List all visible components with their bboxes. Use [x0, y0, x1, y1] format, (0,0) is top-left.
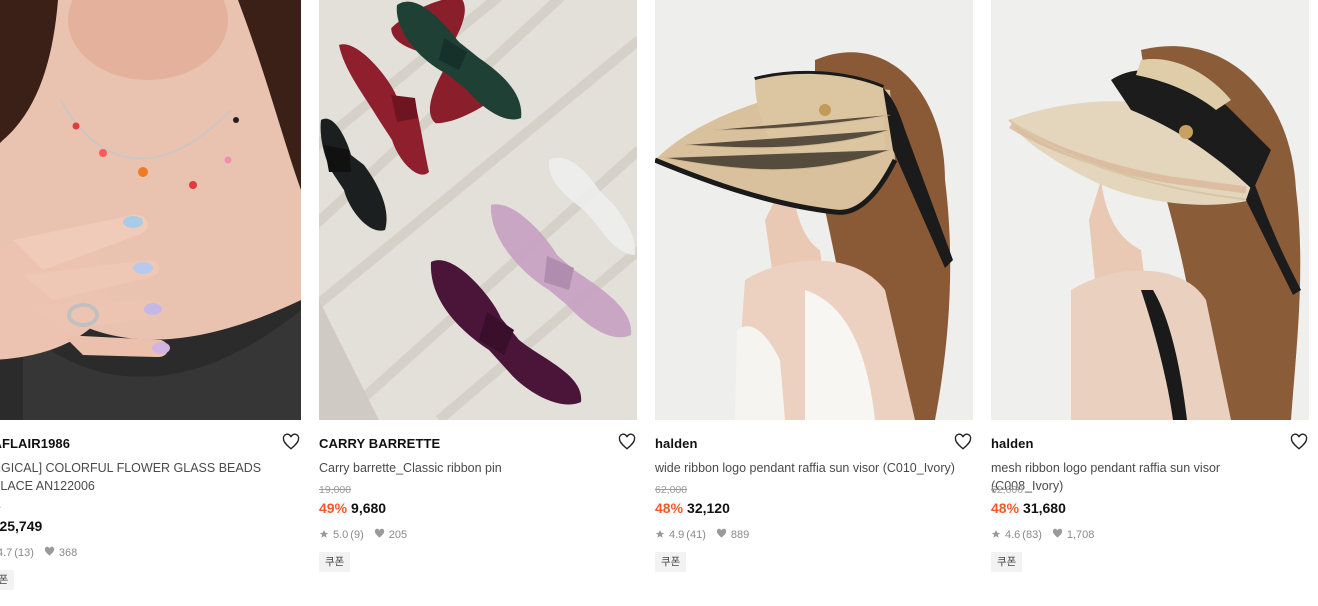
product-card[interactable]: halden mesh ribbon logo pendant raffia s… [991, 0, 1309, 606]
product-title[interactable]: Carry barrette_Classic ribbon pin [319, 459, 619, 477]
brand-name[interactable]: halden [655, 436, 698, 451]
like-count: 205 [388, 529, 408, 541]
review-count: (41) [686, 529, 706, 541]
product-title[interactable]: mesh ribbon logo pendant raffia sun viso… [991, 459, 1291, 495]
brand-name[interactable]: CARRY BARRETTE [319, 436, 440, 451]
product-card[interactable]: halden wide ribbon logo pendant raffia s… [655, 0, 973, 606]
product-title[interactable]: wide ribbon logo pendant raffia sun viso… [655, 459, 955, 477]
product-stats: 4.6 (83) 1,708 [991, 528, 1094, 542]
price-row: %25,749 [0, 518, 42, 534]
heart-outline-icon[interactable] [282, 433, 300, 451]
like-count: 368 [58, 547, 78, 559]
product-title-line: CKLACE AN122006 [0, 479, 95, 493]
coupon-badge: 쿠폰 [319, 552, 351, 572]
product-stats: 4.7 (13) 368 [0, 546, 77, 560]
brand-name[interactable]: NAFLAIR1986 [0, 436, 70, 451]
sale-price: 25,749 [0, 518, 43, 534]
star-icon [655, 529, 665, 542]
brand-name[interactable]: halden [991, 436, 1034, 451]
discount-rate: 48% [991, 500, 1020, 516]
original-price: 19,000 [319, 484, 352, 496]
product-image[interactable] [0, 0, 301, 420]
review-count: (83) [1022, 529, 1042, 541]
rating: 4.6 [1005, 529, 1021, 541]
like-count: 889 [730, 529, 750, 541]
sale-price: 32,120 [687, 500, 730, 516]
product-title[interactable]: URGICAL] COLORFUL FLOWER GLASS BEADS CKL… [0, 459, 283, 495]
rating: 4.7 [0, 547, 13, 559]
product-image[interactable] [319, 0, 637, 420]
heart-filled-icon [374, 528, 385, 542]
product-card[interactable]: NAFLAIR1986 URGICAL] COLORFUL FLOWER GLA… [0, 0, 301, 606]
discount-rate: 49% [319, 500, 348, 516]
product-title-line: URGICAL] COLORFUL FLOWER GLASS BEADS [0, 461, 262, 475]
product-image[interactable] [991, 0, 1309, 420]
original-price: 200 [0, 502, 1, 514]
discount-rate: 48% [655, 500, 684, 516]
rating: 4.9 [669, 529, 685, 541]
product-stats: 5.0 (9) 205 [319, 528, 407, 542]
star-icon [991, 529, 1001, 542]
review-count: (9) [350, 529, 364, 541]
star-icon [319, 529, 329, 542]
price-row: 48% 32,120 [655, 500, 730, 516]
rating: 5.0 [333, 529, 349, 541]
heart-outline-icon[interactable] [618, 433, 636, 451]
heart-outline-icon[interactable] [954, 433, 972, 451]
heart-filled-icon [1052, 528, 1063, 542]
like-count: 1,708 [1066, 529, 1095, 541]
heart-outline-icon[interactable] [1290, 433, 1308, 451]
heart-filled-icon [44, 546, 55, 560]
original-price: 62,000 [991, 484, 1024, 496]
coupon-badge: 쿠폰 [0, 570, 15, 590]
sale-price: 31,680 [1023, 500, 1066, 516]
original-price: 62,000 [655, 484, 688, 496]
heart-filled-icon [716, 528, 727, 542]
product-card[interactable]: CARRY BARRETTE Carry barrette_Classic ri… [319, 0, 637, 606]
review-count: (13) [14, 547, 34, 559]
price-row: 49% 9,680 [319, 500, 386, 516]
product-stats: 4.9 (41) 889 [655, 528, 749, 542]
product-grid: NAFLAIR1986 URGICAL] COLORFUL FLOWER GLA… [0, 0, 1318, 606]
sale-price: 9,680 [351, 500, 387, 516]
coupon-badge: 쿠폰 [991, 552, 1023, 572]
price-row: 48% 31,680 [991, 500, 1066, 516]
coupon-badge: 쿠폰 [655, 552, 687, 572]
product-image[interactable] [655, 0, 973, 420]
